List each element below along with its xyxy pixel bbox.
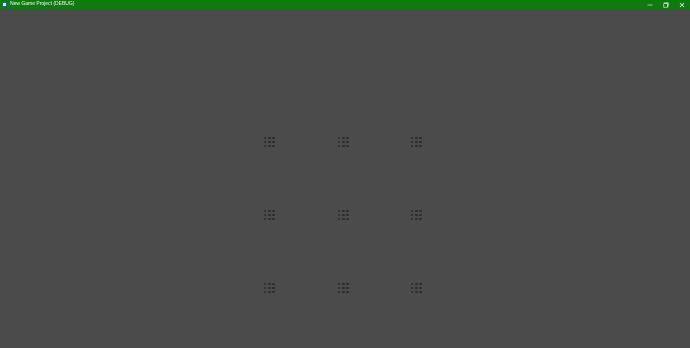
close-button[interactable] (674, 0, 690, 9)
minimize-icon (647, 4, 653, 5)
dot-grid-icon (411, 137, 423, 147)
grid-cell-3-1 (264, 283, 276, 293)
minimize-button[interactable] (642, 0, 658, 9)
restore-button[interactable] (658, 0, 674, 9)
restore-icon (663, 2, 669, 7)
grid-cell-2-1 (264, 210, 276, 220)
dot-grid-icon (264, 283, 276, 293)
grid-cell-1-2 (338, 137, 350, 147)
dot-grid-icon (264, 210, 276, 220)
dot-grid-icon (338, 283, 350, 293)
grid-cell-3-2 (338, 283, 350, 293)
window-title: New Game Project (DEBUG) (10, 1, 75, 7)
app-icon (2, 2, 7, 7)
dot-grid-icon (338, 137, 350, 147)
grid-cell-2-2 (338, 210, 350, 220)
dot-grid-icon (411, 210, 423, 220)
grid-cell-1-3 (411, 137, 423, 147)
grid-cell-3-3 (411, 283, 423, 293)
game-viewport[interactable] (0, 9, 690, 348)
dot-grid-icon (264, 137, 276, 147)
window-controls (642, 0, 690, 9)
close-icon (679, 2, 685, 7)
window-titlebar[interactable]: New Game Project (DEBUG) (0, 0, 690, 9)
grid-cell-2-3 (411, 210, 423, 220)
dot-grid-icon (338, 210, 350, 220)
grid-cell-1-1 (264, 137, 276, 147)
dot-grid-icon (411, 283, 423, 293)
